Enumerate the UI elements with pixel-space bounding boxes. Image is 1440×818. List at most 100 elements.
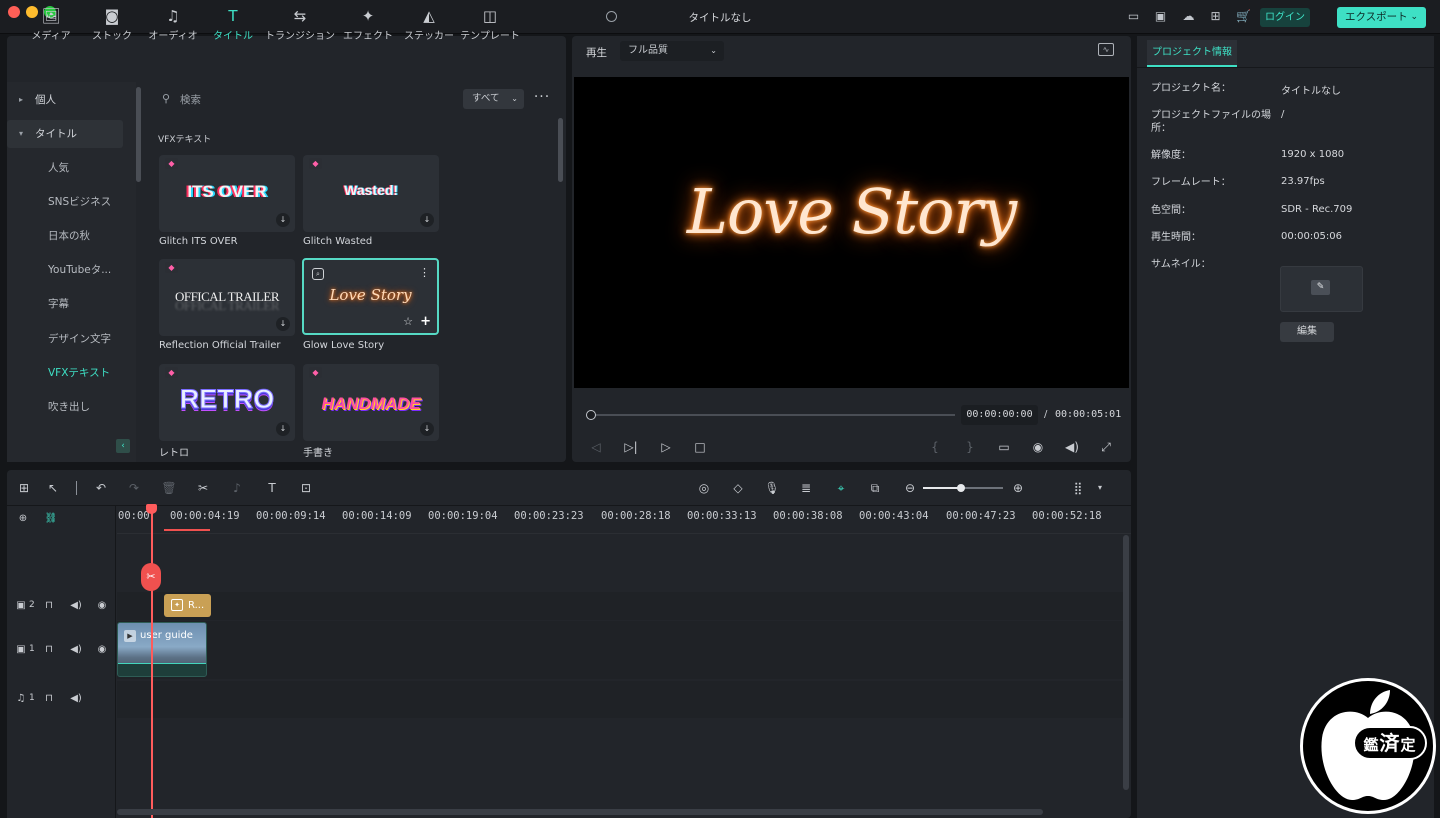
undo-icon[interactable]: ↶ [92,480,110,496]
current-timecode[interactable]: 00:00:00:00 [961,405,1038,425]
title-card[interactable]: ◆ ITS OVER ↓ [159,155,295,232]
category-item[interactable]: 吹き出し [0,393,123,421]
more-options-icon[interactable]: ··· [532,90,552,107]
zoom-slider-handle[interactable] [957,484,965,492]
marker-icon[interactable]: ◇ [729,480,747,496]
apps-grid-icon[interactable]: ⊞ [1208,9,1223,24]
canvas-title-text[interactable]: Love Story [574,175,1129,248]
category-title[interactable]: ▾ タイトル [7,120,123,148]
link-icon[interactable]: ⛓ [44,512,58,526]
play-icon[interactable]: ▷ [658,439,674,455]
lock-icon[interactable]: ⊓ [42,692,56,706]
favorite-star-icon[interactable]: ☆ [403,315,413,328]
category-personal[interactable]: ▸ 個人 [7,86,123,114]
category-item[interactable]: YouTubeタ... [0,256,123,284]
download-icon[interactable]: ↓ [420,422,434,436]
layout-icon[interactable]: ▭ [1126,9,1141,24]
volume-icon[interactable]: ◀) [69,643,83,657]
tab-transitions[interactable]: ⇆ トランジション [264,6,336,46]
add-to-timeline-icon[interactable]: + [420,314,431,329]
cloud-upload-icon[interactable]: ☁ [1181,9,1196,24]
cart-icon[interactable]: 🛒 [1236,9,1251,24]
lock-icon[interactable]: ⊓ [42,643,56,657]
title-clip[interactable]: ✦ R... [164,594,211,617]
tab-stickers[interactable]: ◭ ステッカー [398,6,460,46]
category-scrollbar[interactable] [136,87,141,182]
tab-titles[interactable]: T タイトル [202,6,264,46]
title-card[interactable]: ◆ RETRO ↓ [159,364,295,441]
volume-icon[interactable]: ◀) [69,692,83,706]
track-height-icon[interactable]: ⣿ [1069,480,1087,496]
fullscreen-icon[interactable]: ⤢ [1098,439,1114,455]
quality-dropdown[interactable]: フル品質 ⌄ [620,41,724,61]
download-icon[interactable]: ↓ [420,213,434,227]
timeline-horizontal-scrollbar[interactable] [117,809,1043,815]
mark-out-icon[interactable]: } [962,439,978,455]
select-pointer-icon[interactable]: ↖ [44,480,62,496]
track-row-video-1[interactable] [117,621,1123,679]
preview-canvas[interactable]: Love Story [574,77,1129,388]
delete-icon[interactable]: 🗑 [160,480,178,496]
preview-zoom-icon[interactable]: ⌕ [312,268,324,280]
tab-stock[interactable]: ◙ ストック [81,6,143,46]
zoom-in-icon[interactable]: ⊕ [1009,480,1027,496]
grid-scrollbar[interactable] [558,118,563,182]
scissors-split-icon[interactable]: ✂ [194,480,212,496]
snapshot-camera-icon[interactable]: ◉ [1030,439,1046,455]
text-to-speech-icon[interactable]: ⊡ [297,480,315,496]
edit-thumbnail-button[interactable]: 編集 [1280,322,1334,342]
step-forward-icon[interactable]: ▷| [623,439,639,455]
timeline-vertical-scrollbar[interactable] [1123,535,1129,790]
title-card[interactable]: ◆ OFFICAL TRAILER ↓ [159,259,295,336]
speed-ramp-icon[interactable]: ◎ [695,480,713,496]
microphone-icon[interactable]: 🎙 [763,480,781,496]
filter-dropdown[interactable]: すべて ⌄ [463,89,524,109]
playback-scrubber[interactable] [591,414,955,416]
track-row-video-2[interactable] [117,592,1123,620]
save-icon[interactable]: ▣ [1153,9,1168,24]
pencil-icon[interactable]: ✎ [1311,280,1330,295]
category-item[interactable]: デザイン文字 [0,325,123,353]
tab-audio[interactable]: ♫ オーディオ [142,6,204,46]
tab-templates[interactable]: ◫ テンプレート [459,6,521,46]
playhead[interactable] [151,510,153,818]
export-button[interactable]: エクスポート ⌄ [1337,7,1426,28]
download-icon[interactable]: ↓ [276,422,290,436]
more-options-icon[interactable]: ⋮ [419,266,430,279]
audio-detach-icon[interactable]: ♪ [228,480,246,496]
split-view-icon[interactable]: ⧉ [866,480,884,496]
display-icon[interactable]: ▭ [996,439,1012,455]
track-row-audio-1[interactable] [117,681,1123,718]
title-card[interactable]: ◆ HANDMADE ↓ [303,364,439,441]
layout-grid-icon[interactable]: ⊞ [15,480,33,496]
title-card-selected[interactable]: ⌕ ⋮ Love Story ☆ + [302,258,439,335]
redo-icon[interactable]: ↷ [125,480,143,496]
playhead-handle[interactable] [146,504,157,514]
tab-project-info[interactable]: プロジェクト情報 [1147,40,1237,67]
download-icon[interactable]: ↓ [276,317,290,331]
login-button[interactable]: ログイン [1260,8,1310,27]
title-card[interactable]: ◆ Wasted! ↓ [303,155,439,232]
add-track-icon[interactable]: ⊕ [16,512,30,526]
tab-media[interactable]: 🖼 メディア [20,6,82,46]
split-scissors-icon[interactable]: ✂ [141,563,161,591]
audio-mix-icon[interactable]: ≣ [797,480,815,496]
search-input[interactable] [180,90,420,110]
chevron-down-icon[interactable]: ▾ [1091,480,1109,496]
stop-icon[interactable]: □ [692,439,708,455]
tab-effects[interactable]: ✦ エフェクト [337,6,399,46]
zoom-out-icon[interactable]: ⊖ [901,480,919,496]
text-tool-icon[interactable]: T [263,480,281,496]
collapse-sidebar-button[interactable]: ‹ [116,439,130,453]
waveform-scope-icon[interactable]: ∿ [1098,43,1114,56]
category-item[interactable]: 人気 [0,154,123,182]
eye-icon[interactable]: ◉ [95,599,109,613]
lock-icon[interactable]: ⊓ [42,599,56,613]
previous-frame-icon[interactable]: ◁ [588,439,604,455]
scrubber-handle[interactable] [586,410,596,420]
download-icon[interactable]: ↓ [276,213,290,227]
category-item[interactable]: SNSビジネス [0,188,123,216]
category-item-active[interactable]: VFXテキスト [0,359,123,387]
video-clip[interactable]: ▶ user guide [117,622,207,677]
mark-in-icon[interactable]: { [927,439,943,455]
